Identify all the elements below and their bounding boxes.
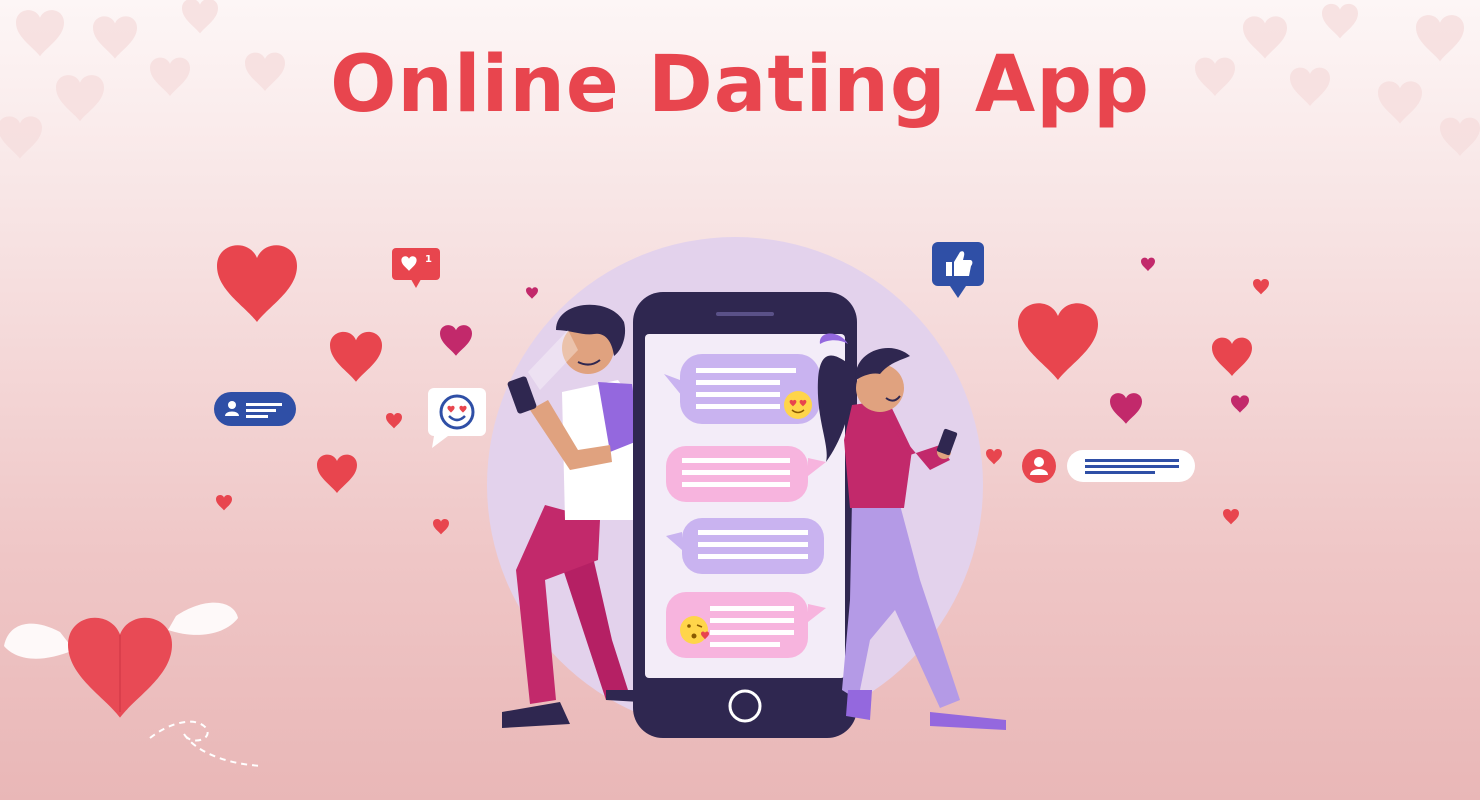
heart-icon [440, 325, 472, 356]
heart-icon [216, 495, 232, 511]
love-eyes-emoji-icon [784, 391, 812, 419]
user-avatar-icon [1022, 449, 1056, 483]
heart-icon [1018, 303, 1098, 380]
like-notification-icon: 1 [392, 248, 440, 288]
dating-illustration: 1 [4, 237, 1269, 767]
heart-icon [1253, 279, 1269, 295]
chat-bubble-outgoing [666, 446, 826, 502]
heart-icon [1212, 337, 1252, 376]
thumbs-up-icon [932, 242, 984, 298]
profile-card-icon [214, 392, 296, 426]
dating-app-banner: Online Dating App 1 [0, 0, 1480, 800]
chat-bubble-incoming [666, 518, 824, 574]
heart-icon [1141, 257, 1155, 272]
heart-icon [1110, 393, 1142, 424]
heart-icon [1231, 395, 1249, 413]
heart-icon [986, 449, 1002, 465]
heart-icon [217, 245, 297, 322]
heart-icon [433, 519, 449, 535]
heart-icon [386, 413, 402, 429]
winged-heart-icon [4, 602, 263, 767]
like-count: 1 [425, 254, 432, 265]
message-pill [1067, 450, 1195, 482]
heart-icon [317, 454, 357, 493]
love-eyes-emoji-icon [428, 388, 486, 448]
heart-icon [526, 287, 538, 299]
heart-icon [330, 331, 382, 382]
heart-icon [1223, 509, 1239, 525]
phone-mockup [633, 292, 857, 738]
